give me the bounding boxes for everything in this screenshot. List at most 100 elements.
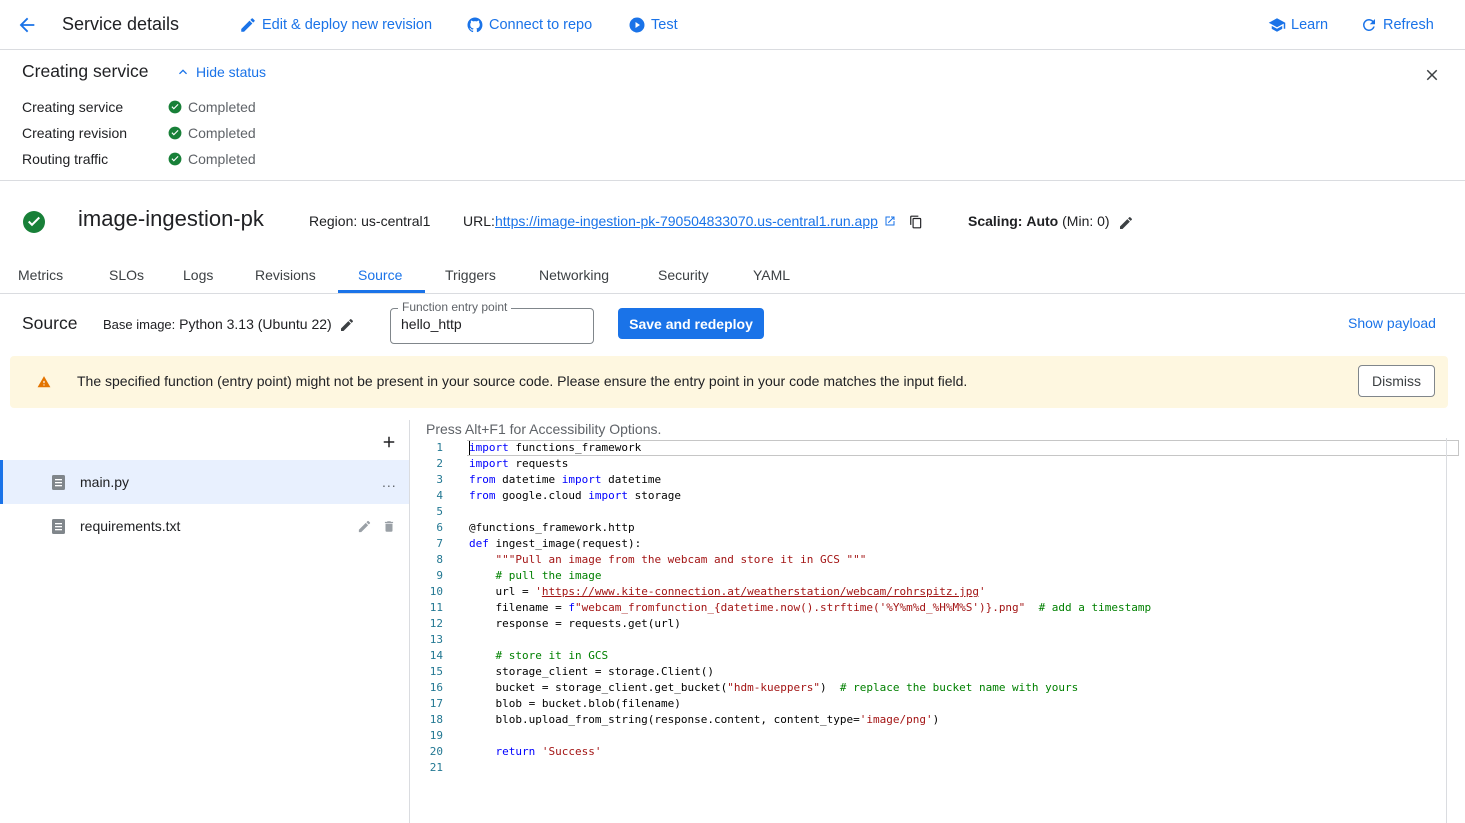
line-number: 18 — [429, 713, 443, 726]
edit-base-image-icon[interactable] — [339, 317, 355, 333]
code-line[interactable]: 5 — [411, 504, 1125, 520]
dismiss-button[interactable]: Dismiss — [1358, 365, 1435, 397]
line-number: 10 — [429, 585, 443, 598]
line-number: 9 — [436, 569, 443, 582]
status-row-value: Completed — [188, 125, 256, 141]
service-scaling: Scaling: Auto (Min: 0) — [968, 213, 1110, 229]
code-line[interactable]: 9 # pull the image — [411, 568, 1125, 584]
chevron-up-icon — [179, 69, 187, 75]
tab-source[interactable]: Source — [358, 267, 402, 283]
scaling-label: Scaling: — [968, 213, 1023, 229]
school-icon — [1268, 18, 1286, 32]
code-line[interactable]: 14 # store it in GCS — [411, 648, 1125, 664]
code-lines[interactable]: 1 import functions_framework 2 import reque… — [411, 440, 1151, 776]
back-arrow-icon[interactable] — [16, 14, 38, 36]
connect-repo-label: Connect to repo — [489, 17, 593, 33]
refresh-icon — [1362, 18, 1375, 31]
code-line[interactable]: 19 — [411, 728, 1125, 744]
status-row: Creating service Completed — [22, 99, 256, 115]
line-text: return 'Success' — [495, 745, 602, 758]
check-circle-icon — [168, 152, 182, 166]
delete-icon[interactable] — [382, 519, 396, 534]
status-row: Routing traffic Completed — [22, 151, 256, 167]
close-icon[interactable] — [1423, 66, 1441, 84]
copy-icon[interactable] — [909, 215, 923, 229]
line-number: 13 — [429, 633, 443, 646]
code-line[interactable]: 18 blob.upload_from_string(response.cont… — [411, 712, 1125, 728]
code-line[interactable]: 2 import requests — [411, 456, 1125, 472]
line-text: import functions_framework — [469, 441, 642, 455]
code-line[interactable]: 16 bucket = storage_client.get_bucket("h… — [411, 680, 1125, 696]
file-item-requirements[interactable]: requirements.txt — [0, 504, 409, 548]
code-line[interactable]: 4 from google.cloud import storage — [411, 488, 1125, 504]
line-number: 14 — [429, 649, 443, 662]
file-item-main[interactable]: main.py ... — [0, 460, 409, 504]
editor-scrollbar[interactable] — [1446, 438, 1460, 823]
save-redeploy-button[interactable]: Save and redeploy — [618, 308, 764, 339]
tab-yaml[interactable]: YAML — [753, 267, 790, 283]
add-file-icon[interactable] — [380, 433, 398, 451]
code-editor[interactable]: Press Alt+F1 for Accessibility Options. … — [411, 420, 1465, 823]
play-circle-icon — [629, 17, 645, 33]
code-line[interactable]: 8 """Pull an image from the webcam and s… — [411, 552, 1125, 568]
code-line[interactable]: 3 from datetime import datetime — [411, 472, 1125, 488]
open-in-new-icon[interactable] — [884, 215, 896, 227]
base-image-label: Base image: — [103, 317, 176, 332]
test-button[interactable]: Test — [628, 16, 678, 34]
refresh-button[interactable]: Refresh — [1360, 16, 1434, 34]
hide-status-toggle[interactable]: Hide status — [175, 64, 266, 80]
entry-point-input[interactable] — [401, 316, 581, 332]
file-icon — [52, 474, 65, 490]
service-ok-icon — [23, 211, 45, 233]
line-number: 8 — [436, 553, 443, 566]
line-text: from google.cloud import storage — [469, 489, 681, 502]
line-text: import requests — [469, 457, 569, 470]
pencil-icon — [241, 18, 255, 32]
warning-icon — [37, 376, 51, 388]
code-line[interactable]: 6 @functions_framework.http — [411, 520, 1125, 536]
code-line[interactable]: 1 import functions_framework — [411, 440, 1125, 456]
service-url-link[interactable]: https://image-ingestion-pk-790504833070.… — [495, 213, 878, 229]
line-number: 2 — [436, 457, 443, 470]
code-line[interactable]: 13 — [411, 632, 1125, 648]
warning-text: The specified function (entry point) mig… — [77, 373, 968, 389]
code-line[interactable]: 11 filename = f"webcam_fromfunction_{dat… — [411, 600, 1151, 616]
tab-logs[interactable]: Logs — [183, 267, 213, 283]
tab-networking[interactable]: Networking — [539, 267, 609, 283]
github-icon — [467, 17, 483, 33]
show-payload-link[interactable]: Show payload — [1348, 315, 1436, 331]
file-icon — [52, 518, 65, 534]
service-url-label: URL: — [463, 213, 495, 229]
code-line[interactable]: 20 return 'Success' — [411, 744, 1125, 760]
tab-slos[interactable]: SLOs — [109, 267, 144, 283]
learn-button[interactable]: Learn — [1268, 16, 1328, 34]
line-text: storage_client = storage.Client() — [469, 665, 715, 678]
base-image: Base image: Python 3.13 (Ubuntu 22) — [103, 316, 332, 332]
tab-revisions[interactable]: Revisions — [255, 267, 316, 283]
edit-deploy-button[interactable]: Edit & deploy new revision — [239, 16, 432, 34]
connect-repo-button[interactable]: Connect to repo — [466, 16, 592, 34]
line-number: 11 — [429, 601, 443, 614]
tab-security[interactable]: Security — [658, 267, 709, 283]
active-tab-indicator — [338, 290, 425, 293]
line-text: # store it in GCS — [495, 649, 609, 662]
edit-scaling-icon[interactable] — [1118, 215, 1134, 231]
tab-metrics[interactable]: Metrics — [18, 267, 63, 283]
line-number: 19 — [429, 729, 443, 742]
code-line[interactable]: 10 url = 'https://www.kite-connection.at… — [411, 584, 1125, 600]
file-name: main.py — [80, 474, 130, 490]
code-line[interactable]: 7 def ingest_image(request): — [411, 536, 1125, 552]
tab-triggers[interactable]: Triggers — [445, 267, 496, 283]
code-line[interactable]: 12 response = requests.get(url) — [411, 616, 1125, 632]
status-title: Creating service — [22, 61, 149, 81]
refresh-label: Refresh — [1383, 17, 1434, 33]
line-number: 7 — [436, 537, 443, 550]
code-line[interactable]: 21 — [411, 760, 1125, 776]
line-number: 17 — [429, 697, 443, 710]
status-row-label: Creating revision — [22, 125, 128, 141]
code-line[interactable]: 15 storage_client = storage.Client() — [411, 664, 1125, 680]
code-line[interactable]: 17 blob = bucket.blob(filename) — [411, 696, 1125, 712]
service-region: Region: us-central1 — [309, 213, 431, 229]
rename-icon[interactable] — [357, 519, 372, 534]
more-options-icon[interactable]: ... — [382, 474, 397, 490]
